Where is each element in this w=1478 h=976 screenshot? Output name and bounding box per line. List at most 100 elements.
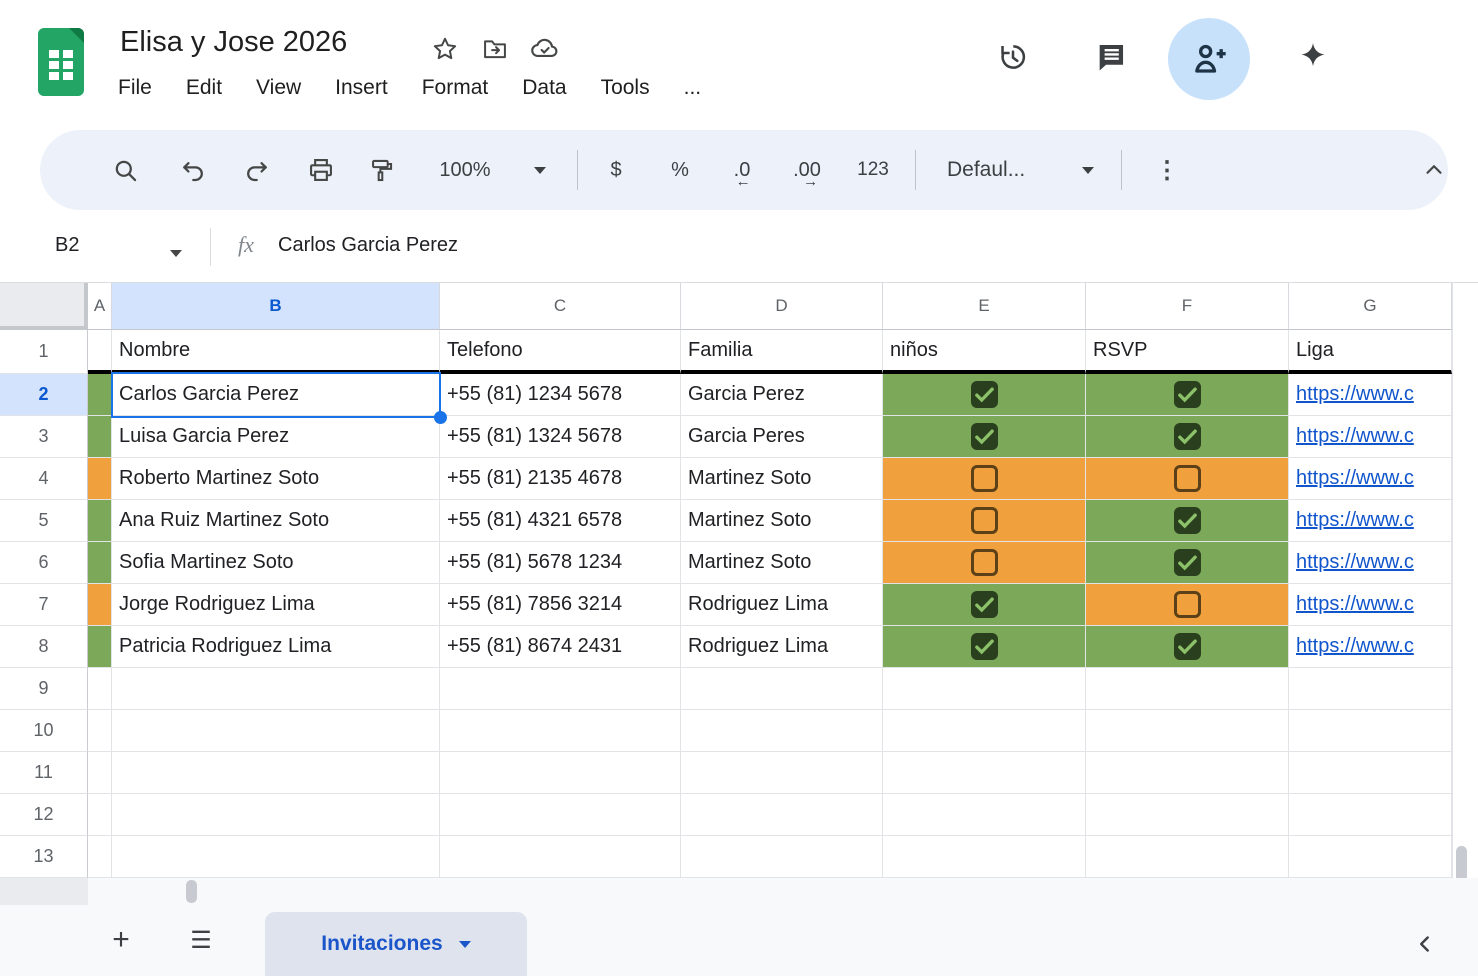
horizontal-scrollbar-track[interactable]: [0, 878, 1478, 905]
checkbox-checked-icon[interactable]: [971, 381, 998, 408]
cell-A3[interactable]: [88, 416, 112, 458]
cell-E4[interactable]: [883, 458, 1086, 500]
cell-B6[interactable]: Sofia Martinez Soto: [112, 542, 440, 584]
undo-icon[interactable]: [171, 130, 215, 210]
collapse-side-panel-icon[interactable]: [1408, 927, 1442, 961]
row-header-8[interactable]: 8: [0, 626, 88, 668]
cell-G9[interactable]: [1289, 668, 1452, 710]
checkbox-checked-icon[interactable]: [971, 633, 998, 660]
cell-D1[interactable]: Familia: [681, 330, 883, 374]
cell-D7[interactable]: Rodriguez Lima: [681, 584, 883, 626]
cell-D11[interactable]: [681, 752, 883, 794]
cell-A10[interactable]: [88, 710, 112, 752]
menu-file[interactable]: File: [118, 76, 152, 100]
cell-B10[interactable]: [112, 710, 440, 752]
redo-icon[interactable]: [234, 130, 278, 210]
cell-B4[interactable]: Roberto Martinez Soto: [112, 458, 440, 500]
cell-F3[interactable]: [1086, 416, 1289, 458]
cell-E11[interactable]: [883, 752, 1086, 794]
row-header-2[interactable]: 2: [0, 374, 88, 416]
cell-G3[interactable]: https://www.c: [1289, 416, 1452, 458]
column-header-B[interactable]: B: [112, 283, 440, 330]
cell-E9[interactable]: [883, 668, 1086, 710]
cell-B12[interactable]: [112, 794, 440, 836]
cell-F13[interactable]: [1086, 836, 1289, 878]
cell-G5[interactable]: https://www.c: [1289, 500, 1452, 542]
cell-D6[interactable]: Martinez Soto: [681, 542, 883, 584]
cell-G1[interactable]: Liga: [1289, 330, 1452, 374]
menu-data[interactable]: Data: [522, 76, 566, 100]
cell-C13[interactable]: [440, 836, 681, 878]
cell-D2[interactable]: Garcia Perez: [681, 374, 883, 416]
cell-A6[interactable]: [88, 542, 112, 584]
column-header-G[interactable]: G: [1289, 283, 1452, 330]
cell-B1[interactable]: Nombre: [112, 330, 440, 374]
checkbox-checked-icon[interactable]: [1174, 633, 1201, 660]
vertical-scrollbar-track[interactable]: [1452, 283, 1478, 878]
cell-G10[interactable]: [1289, 710, 1452, 752]
horizontal-scrollbar-thumb[interactable]: [186, 880, 197, 903]
row-header-7[interactable]: 7: [0, 584, 88, 626]
increase-decimal-button[interactable]: .00→: [785, 130, 829, 210]
cell-A2[interactable]: [88, 374, 112, 416]
cell-E2[interactable]: [883, 374, 1086, 416]
sparkle-gemini-icon[interactable]: [1296, 40, 1330, 74]
select-all-corner[interactable]: [0, 283, 88, 330]
cell-F7[interactable]: [1086, 584, 1289, 626]
column-header-F[interactable]: F: [1086, 283, 1289, 330]
cell-D3[interactable]: Garcia Peres: [681, 416, 883, 458]
cell-link[interactable]: https://www.c: [1296, 467, 1414, 490]
print-icon[interactable]: [299, 130, 343, 210]
cell-link[interactable]: https://www.c: [1296, 593, 1414, 616]
cell-F1[interactable]: RSVP: [1086, 330, 1289, 374]
format-percent-button[interactable]: %: [658, 130, 702, 210]
cell-C11[interactable]: [440, 752, 681, 794]
checkbox-checked-icon[interactable]: [1174, 381, 1201, 408]
cell-B13[interactable]: [112, 836, 440, 878]
cell-D10[interactable]: [681, 710, 883, 752]
cell-E12[interactable]: [883, 794, 1086, 836]
cell-D8[interactable]: Rodriguez Lima: [681, 626, 883, 668]
cell-D13[interactable]: [681, 836, 883, 878]
cell-C4[interactable]: +55 (81) 2135 4678: [440, 458, 681, 500]
cell-C8[interactable]: +55 (81) 8674 2431: [440, 626, 681, 668]
more-options-icon[interactable]: ⋮: [1145, 130, 1189, 210]
star-icon[interactable]: [428, 32, 462, 66]
cell-G12[interactable]: [1289, 794, 1452, 836]
column-header-E[interactable]: E: [883, 283, 1086, 330]
cell-B5[interactable]: Ana Ruiz Martinez Soto: [112, 500, 440, 542]
formula-input[interactable]: Carlos Garcia Perez: [278, 234, 458, 257]
row-header-4[interactable]: 4: [0, 458, 88, 500]
name-box-caret-icon[interactable]: [170, 244, 182, 262]
sheet-tab-invitaciones[interactable]: Invitaciones: [265, 912, 527, 976]
cell-D5[interactable]: Martinez Soto: [681, 500, 883, 542]
cell-F12[interactable]: [1086, 794, 1289, 836]
cell-A13[interactable]: [88, 836, 112, 878]
zoom-caret-icon[interactable]: [528, 130, 552, 210]
paint-format-icon[interactable]: [359, 130, 403, 210]
collapse-toolbar-icon[interactable]: [1412, 130, 1456, 210]
cell-E3[interactable]: [883, 416, 1086, 458]
row-header-9[interactable]: 9: [0, 668, 88, 710]
document-title[interactable]: Elisa y Jose 2026: [120, 26, 347, 59]
cell-C12[interactable]: [440, 794, 681, 836]
row-header-10[interactable]: 10: [0, 710, 88, 752]
row-header-12[interactable]: 12: [0, 794, 88, 836]
cell-D12[interactable]: [681, 794, 883, 836]
version-history-icon[interactable]: [996, 40, 1030, 74]
cell-E5[interactable]: [883, 500, 1086, 542]
cell-F11[interactable]: [1086, 752, 1289, 794]
cell-A12[interactable]: [88, 794, 112, 836]
cell-C10[interactable]: [440, 710, 681, 752]
cell-B3[interactable]: Luisa Garcia Perez: [112, 416, 440, 458]
cell-B11[interactable]: [112, 752, 440, 794]
checkbox-checked-icon[interactable]: [1174, 507, 1201, 534]
cell-G4[interactable]: https://www.c: [1289, 458, 1452, 500]
cell-F10[interactable]: [1086, 710, 1289, 752]
cell-G8[interactable]: https://www.c: [1289, 626, 1452, 668]
cell-link[interactable]: https://www.c: [1296, 551, 1414, 574]
cell-link[interactable]: https://www.c: [1296, 425, 1414, 448]
cell-F4[interactable]: [1086, 458, 1289, 500]
cell-G7[interactable]: https://www.c: [1289, 584, 1452, 626]
column-header-C[interactable]: C: [440, 283, 681, 330]
